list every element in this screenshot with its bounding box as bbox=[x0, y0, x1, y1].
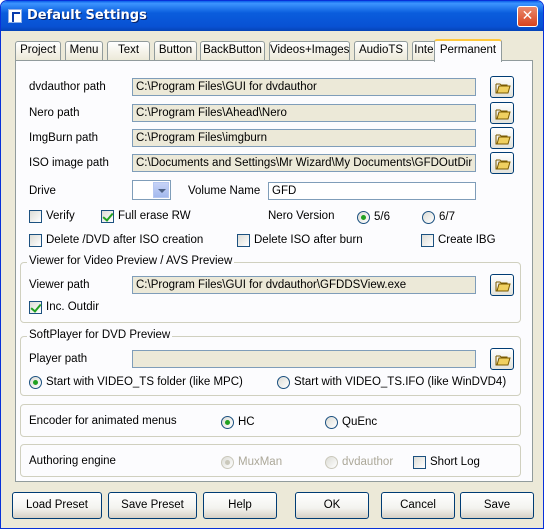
window-title: Default Settings bbox=[27, 8, 147, 23]
authoring-muxman-radio[interactable] bbox=[221, 456, 234, 469]
inc-outdir-checkbox[interactable] bbox=[29, 301, 42, 314]
iso-path-field[interactable]: C:\Documents and Settings\Mr Wizard\My D… bbox=[132, 154, 476, 172]
nero-version-67-label: 6/7 bbox=[439, 211, 455, 223]
save-preset-button[interactable]: Save Preset bbox=[108, 492, 197, 519]
nero-version-56-radio[interactable] bbox=[357, 211, 370, 224]
authoring-dvdauthor-radio[interactable] bbox=[325, 456, 338, 469]
verify-label: Verify bbox=[46, 210, 75, 222]
nero-version-56-label: 5/6 bbox=[374, 211, 390, 223]
folder-icon bbox=[495, 281, 511, 292]
save-button[interactable]: Save bbox=[460, 492, 534, 519]
nero-browse-button[interactable] bbox=[490, 102, 514, 124]
folder-icon bbox=[495, 159, 511, 170]
authoring-engine-label: Authoring engine bbox=[29, 455, 116, 467]
player-browse-button[interactable] bbox=[490, 348, 514, 370]
folder-icon bbox=[495, 83, 511, 94]
start-videots-folder-radio[interactable] bbox=[29, 376, 42, 389]
delete-iso-label: Delete ISO after burn bbox=[254, 234, 363, 246]
create-ibg-label: Create IBG bbox=[438, 234, 496, 246]
full-erase-rw-checkbox[interactable] bbox=[101, 210, 114, 223]
drive-select[interactable] bbox=[132, 180, 171, 200]
chevron-down-icon[interactable] bbox=[153, 182, 169, 198]
tab-backbutton[interactable]: BackButton bbox=[200, 41, 265, 60]
nero-version-67-radio[interactable] bbox=[422, 211, 435, 224]
delete-dvd-checkbox[interactable] bbox=[29, 234, 42, 247]
encoder-quenc-label: QuEnc bbox=[342, 416, 378, 428]
drive-label: Drive bbox=[29, 185, 56, 197]
folder-icon bbox=[495, 355, 511, 366]
softplayer-group-title: SoftPlayer for DVD Preview bbox=[27, 329, 173, 341]
title-bar[interactable]: Default Settings ✕ bbox=[1, 1, 543, 31]
close-icon: ✕ bbox=[521, 8, 534, 24]
encoder-quenc-radio[interactable] bbox=[325, 416, 338, 429]
viewer-path-field[interactable]: C:\Program Files\GUI for dvdauthor\GFDDS… bbox=[132, 276, 476, 294]
folder-icon bbox=[495, 109, 511, 120]
tab-text[interactable]: Text bbox=[107, 41, 150, 60]
delete-iso-checkbox[interactable] bbox=[237, 234, 250, 247]
tab-permanent[interactable]: Permanent bbox=[434, 39, 502, 62]
close-button[interactable]: ✕ bbox=[517, 6, 538, 27]
default-settings-window: Default Settings ✕ Project Menu Text But… bbox=[0, 0, 544, 529]
help-button[interactable]: Help bbox=[203, 492, 277, 519]
tab-project[interactable]: Project bbox=[15, 41, 61, 60]
short-log-label: Short Log bbox=[430, 456, 480, 468]
dvdauthor-path-label: dvdauthor path bbox=[29, 81, 106, 93]
inc-outdir-label: Inc. Outdir bbox=[46, 301, 100, 313]
tab-audiots[interactable]: AudioTS bbox=[354, 41, 408, 60]
start-videots-ifo-label: Start with VIDEO_TS.IFO (like WinDVD4) bbox=[294, 376, 507, 388]
cancel-button[interactable]: Cancel bbox=[381, 492, 455, 519]
volume-name-label: Volume Name bbox=[188, 185, 261, 197]
create-ibg-checkbox[interactable] bbox=[421, 234, 434, 247]
nero-path-label: Nero path bbox=[29, 107, 80, 119]
imgburn-path-field[interactable]: C:\Program Files\imgburn bbox=[132, 129, 476, 147]
short-log-checkbox[interactable] bbox=[413, 456, 426, 469]
folder-icon bbox=[495, 134, 511, 145]
nero-version-label: Nero Version bbox=[268, 210, 335, 222]
dvdauthor-path-field[interactable]: C:\Program Files\GUI for dvdauthor bbox=[132, 78, 476, 96]
authoring-dvdauthor-label: dvdauthor bbox=[342, 456, 394, 468]
viewer-browse-button[interactable] bbox=[490, 274, 514, 296]
viewer-group-title: Viewer for Video Preview / AVS Preview bbox=[27, 255, 235, 267]
encoder-hc-label: HC bbox=[238, 416, 255, 428]
encoder-hc-radio[interactable] bbox=[221, 416, 234, 429]
player-path-label: Player path bbox=[29, 353, 88, 365]
dvdauthor-browse-button[interactable] bbox=[490, 76, 514, 98]
encoder-label: Encoder for animated menus bbox=[29, 415, 177, 427]
iso-browse-button[interactable] bbox=[490, 152, 514, 174]
delete-dvd-label: Delete /DVD after ISO creation bbox=[46, 234, 204, 246]
authoring-muxman-label: MuxMan bbox=[238, 456, 283, 468]
imgburn-browse-button[interactable] bbox=[490, 127, 514, 149]
load-preset-button[interactable]: Load Preset bbox=[12, 492, 102, 519]
app-icon bbox=[8, 9, 22, 23]
verify-checkbox[interactable] bbox=[29, 210, 42, 223]
full-erase-rw-label: Full erase RW bbox=[118, 210, 191, 222]
start-videots-folder-label: Start with VIDEO_TS folder (like MPC) bbox=[46, 376, 243, 388]
volume-name-input[interactable]: GFD bbox=[268, 182, 476, 200]
iso-path-label: ISO image path bbox=[29, 157, 109, 169]
nero-path-field[interactable]: C:\Program Files\Ahead\Nero bbox=[132, 104, 476, 122]
tab-button[interactable]: Button bbox=[154, 41, 197, 60]
tab-strip: Project Menu Text Button BackButton Vide… bbox=[15, 39, 535, 62]
tab-videos-images[interactable]: Videos+Images bbox=[269, 41, 350, 60]
imgburn-path-label: ImgBurn path bbox=[29, 132, 99, 144]
start-videots-ifo-radio[interactable] bbox=[277, 376, 290, 389]
viewer-path-label: Viewer path bbox=[29, 279, 90, 291]
player-path-field[interactable] bbox=[132, 350, 476, 368]
tab-menu[interactable]: Menu bbox=[65, 41, 103, 60]
ok-button[interactable]: OK bbox=[295, 492, 369, 519]
